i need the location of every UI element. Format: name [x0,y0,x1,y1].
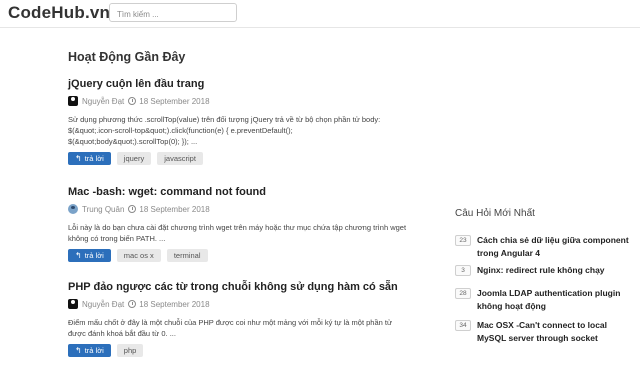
question-title-line: Joomla LDAP authentication plugin [477,288,621,298]
reply-button[interactable]: ↰ trả lời [68,344,111,357]
reply-label: trả lời [84,346,104,355]
excerpt-line: không có trong biến PATH. ... [68,234,166,243]
reply-icon: ↰ [75,251,82,260]
excerpt-line: Sử dụng phương thức .scrollTop(value) tr… [68,115,381,124]
excerpt-line: được đánh khoá bắt đầu từ 0. ... [68,329,176,338]
author-name[interactable]: Trung Quân [82,205,124,214]
search-input[interactable] [110,6,236,23]
tag-php[interactable]: php [116,344,144,357]
author-name[interactable]: Nguyễn Đạt [82,97,124,106]
post-title[interactable]: PHP đảo ngược các từ trong chuỗi không s… [68,281,428,293]
post-actions: ↰ trả lời php [68,344,428,357]
answer-count-badge: 3 [455,265,471,276]
excerpt-line: $(&quot;body&quot;).scrollTop(0); }); ..… [68,137,198,146]
excerpt-line: $(&quot;.icon-scroll-top&quot;).click(fu… [68,126,293,135]
answer-count-badge: 28 [455,288,471,299]
question-item[interactable]: 28 Joomla LDAP authentication plugin khô… [455,287,635,313]
author-name[interactable]: Nguyễn Đạt [82,300,124,309]
post-date: 18 September 2018 [139,96,210,106]
tag-terminal[interactable]: terminal [166,249,208,262]
reply-label: trả lời [84,154,104,163]
clock-icon [128,300,137,308]
clock-icon [128,205,137,213]
search-box[interactable] [109,3,237,23]
reply-button[interactable]: ↰ trả lời [68,249,111,262]
reply-label: trả lời [84,251,104,260]
question-title-line: trong Angular 4 [477,248,540,258]
avatar [68,96,78,106]
question-item[interactable]: 3 Nginx: redirect rule không chạy [455,264,635,277]
post-excerpt: Sử dụng phương thức .scrollTop(value) tr… [68,114,428,147]
post-title[interactable]: jQuery cuộn lên đầu trang [68,78,428,90]
section-title: Hoạt Động Gần Đây [68,50,186,64]
clock-icon [128,97,137,105]
post-item: jQuery cuộn lên đầu trang Nguyễn Đạt 18 … [68,78,428,165]
question-title-line: Mac OSX -Can't connect to local [477,320,608,330]
post-date: 18 September 2018 [139,299,210,309]
question-item[interactable]: 23 Cách chia sẻ dữ liệu giữa component t… [455,234,635,260]
question-title-line: Cách chia sẻ dữ liệu giữa component [477,235,629,245]
reply-icon: ↰ [75,154,82,163]
question-title[interactable]: Mac OSX -Can't connect to local MySQL se… [477,319,607,345]
avatar [68,299,78,309]
post-date: 18 September 2018 [139,204,210,214]
sidebar-title: Câu Hỏi Mới Nhất [455,208,535,219]
post-item: PHP đảo ngược các từ trong chuỗi không s… [68,281,428,357]
avatar [68,204,78,214]
top-bar: CodeHub.vn [0,0,640,28]
reply-icon: ↰ [75,346,82,355]
post-title[interactable]: Mac -bash: wget: command not found [68,186,428,198]
post-actions: ↰ trả lời jquery javascript [68,152,428,165]
post-meta: Nguyễn Đạt 18 September 2018 [68,96,428,106]
question-title-line: không hoạt động [477,301,546,311]
tag-mac-os-x[interactable]: mac os x [116,249,161,262]
post-meta: Trung Quân 18 September 2018 [68,204,428,214]
question-title-line: MySQL server through socket [477,333,598,343]
post-excerpt: Điểm mấu chốt ở đây là một chuỗi của PHP… [68,317,428,339]
site-logo[interactable]: CodeHub.vn [8,3,110,23]
tag-jquery[interactable]: jquery [116,152,152,165]
post-item: Mac -bash: wget: command not found Trung… [68,186,428,262]
answer-count-badge: 34 [455,320,471,331]
excerpt-line: Điểm mấu chốt ở đây là một chuỗi của PHP… [68,318,392,327]
reply-button[interactable]: ↰ trả lời [68,152,111,165]
question-title[interactable]: Joomla LDAP authentication plugin không … [477,287,620,313]
question-title-line: Nginx: redirect rule không chạy [477,265,605,275]
question-title[interactable]: Nginx: redirect rule không chạy [477,264,605,277]
answer-count-badge: 23 [455,235,471,246]
post-actions: ↰ trả lời mac os x terminal [68,249,428,262]
excerpt-line: Lỗi này là do bạn chưa cài đặt chương tr… [68,223,407,232]
question-title[interactable]: Cách chia sẻ dữ liệu giữa component tron… [477,234,629,260]
latest-questions-list: 23 Cách chia sẻ dữ liệu giữa component t… [455,234,635,345]
post-excerpt: Lỗi này là do bạn chưa cài đặt chương tr… [68,222,428,244]
tag-javascript[interactable]: javascript [157,152,203,165]
post-meta: Nguyễn Đạt 18 September 2018 [68,299,428,309]
question-item[interactable]: 34 Mac OSX -Can't connect to local MySQL… [455,319,635,345]
